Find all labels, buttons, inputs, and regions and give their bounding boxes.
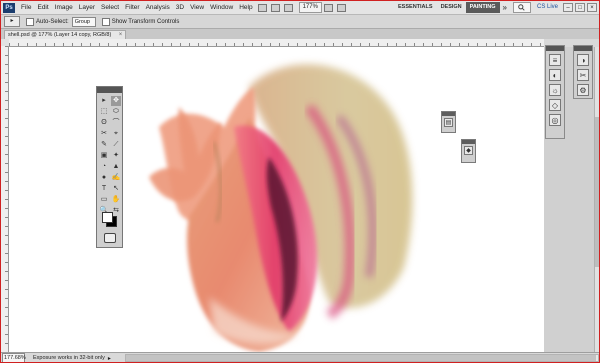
- screen-mode-icon[interactable]: [336, 3, 346, 12]
- document-tab-bar: shell.psd @ 177% (Layer 14 copy, RGB/8) …: [1, 29, 599, 40]
- more-workspaces-button[interactable]: »: [500, 2, 510, 13]
- menu-file[interactable]: File: [18, 1, 34, 14]
- vertical-scrollbar[interactable]: [594, 47, 599, 352]
- status-message: Exposure works in 32-bit only: [33, 355, 105, 361]
- menu-select[interactable]: Select: [98, 1, 122, 14]
- crop-tool-icon[interactable]: ⌒: [111, 118, 121, 128]
- floating-panel-swatch[interactable]: ◆: [461, 139, 476, 163]
- panel-group-1: ≡ ◐ ☼ ◇ ◎: [545, 45, 565, 139]
- document-tab-title: shell.psd @ 177% (Layer 14 copy, RGB/8): [8, 32, 112, 38]
- hand-tool-icon[interactable]: [323, 3, 333, 12]
- show-transform-checkbox[interactable]: [101, 17, 110, 26]
- clone-stamp-tool-icon[interactable]: ▣: [99, 151, 109, 161]
- options-bar: ▸ Auto-Select: Group Show Transform Cont…: [1, 15, 599, 29]
- menu-help[interactable]: Help: [236, 1, 255, 14]
- zoom-level-select[interactable]: 177%: [298, 2, 322, 13]
- shape-tool-icon[interactable]: ▭: [99, 195, 109, 205]
- type-tool-icon[interactable]: T: [99, 184, 109, 194]
- floating-panel-titlebar[interactable]: [442, 112, 455, 116]
- eyedropper-tool-icon[interactable]: ⌖: [111, 129, 121, 139]
- auto-select-dropdown[interactable]: Group: [71, 16, 96, 27]
- menu-3d[interactable]: 3D: [173, 1, 187, 14]
- auto-select-checkbox[interactable]: [26, 17, 34, 26]
- panel-group-2-titlebar[interactable]: [574, 46, 592, 51]
- extras-icon[interactable]: [283, 3, 293, 12]
- menu-edit[interactable]: Edit: [34, 1, 51, 14]
- shell-painting: [149, 64, 413, 352]
- workspace-design[interactable]: DESIGN: [437, 2, 466, 13]
- healing-brush-tool-icon[interactable]: ✎: [99, 140, 109, 150]
- floating-panel-navigator[interactable]: ▤: [441, 111, 456, 133]
- brush-tool-icon[interactable]: ⟋: [111, 140, 121, 150]
- search-icon[interactable]: [512, 2, 531, 13]
- blur-tool-icon[interactable]: ●: [99, 173, 109, 183]
- swatch-icon[interactable]: ◆: [464, 146, 473, 155]
- history-brush-tool-icon[interactable]: ✦: [111, 151, 121, 161]
- quick-mask-icon[interactable]: [104, 233, 116, 243]
- marquee-tool-icon[interactable]: ⬚: [99, 107, 109, 117]
- slice-tool-icon[interactable]: ✂: [99, 129, 109, 139]
- floating-panel-titlebar[interactable]: [462, 140, 475, 144]
- menu-filter[interactable]: Filter: [122, 1, 142, 14]
- status-menu-arrow-icon[interactable]: ▸: [108, 355, 111, 362]
- color-icon[interactable]: ◑: [577, 54, 589, 66]
- navigator-icon[interactable]: ▤: [444, 118, 453, 127]
- tool-grid: ▸ ✥ ⬚ ⬭ ʘ ⌒ ✂ ⌖ ✎ ⟋ ▣ ✦ ◔ ▲ ● ✍ T ↖ ▭ ✋ …: [97, 93, 122, 216]
- minibridge-icon[interactable]: [270, 3, 280, 12]
- lasso-tool-icon[interactable]: ⬭: [111, 107, 121, 117]
- maximize-button[interactable]: □: [575, 3, 585, 12]
- panel-group-1-titlebar[interactable]: [546, 46, 564, 51]
- menu-bar: Ps File Edit Image Layer Select Filter A…: [1, 1, 599, 15]
- photoshop-logo: Ps: [3, 2, 15, 13]
- show-transform-label: Show Transform Controls: [111, 18, 180, 25]
- tool-presets-icon[interactable]: ⚙: [577, 84, 589, 96]
- menu-image[interactable]: Image: [52, 1, 76, 14]
- layers-icon[interactable]: ≡: [549, 54, 561, 66]
- vertical-scroll-thumb[interactable]: [595, 117, 599, 267]
- workspace-switcher: ESSENTIALS DESIGN PAINTING » CS Live – □…: [394, 2, 597, 13]
- photoshop-window: Ps File Edit Image Layer Select Filter A…: [0, 0, 600, 363]
- dodge-tool-icon[interactable]: ✍: [111, 173, 121, 183]
- close-button[interactable]: ×: [587, 3, 597, 12]
- quick-select-tool-icon[interactable]: ʘ: [99, 118, 109, 128]
- auto-select-label: Auto-Select:: [36, 18, 69, 25]
- gradient-tool-icon[interactable]: ▲: [111, 162, 121, 172]
- menu-analysis[interactable]: Analysis: [143, 1, 173, 14]
- horizontal-scrollbar[interactable]: [124, 354, 599, 362]
- brush-presets-icon[interactable]: ✂: [577, 69, 589, 81]
- menu-window[interactable]: Window: [207, 1, 236, 14]
- workspace-painting[interactable]: PAINTING: [465, 2, 500, 13]
- vertical-ruler[interactable]: [1, 46, 9, 352]
- menu-layer[interactable]: Layer: [76, 1, 98, 14]
- foreground-color-swatch[interactable]: [102, 212, 113, 223]
- status-bar: 177.68% Exposure works in 32-bit only ▸: [1, 352, 599, 362]
- horizontal-scroll-thumb[interactable]: [125, 355, 596, 361]
- paths-icon[interactable]: ◇: [549, 99, 561, 111]
- menu-view[interactable]: View: [187, 1, 207, 14]
- adjustments-icon[interactable]: ◐: [549, 69, 561, 81]
- horizontal-ruler[interactable]: [9, 39, 544, 47]
- tools-panel: ▸ ✥ ⬚ ⬭ ʘ ⌒ ✂ ⌖ ✎ ⟋ ▣ ✦ ◔ ▲ ● ✍ T ↖ ▭ ✋ …: [96, 86, 123, 248]
- channels-icon[interactable]: ◎: [549, 114, 561, 126]
- move-tool-active-icon[interactable]: ✥: [111, 96, 121, 106]
- zoom-field[interactable]: 177.68%: [2, 353, 26, 362]
- tool-preset-picker[interactable]: ▸: [4, 16, 20, 27]
- panel-group-2: ◑ ✂ ⚙: [573, 45, 593, 99]
- brightness-icon[interactable]: ☼: [549, 84, 561, 96]
- eraser-tool-icon[interactable]: ◔: [99, 162, 109, 172]
- document-canvas[interactable]: [9, 47, 544, 352]
- hand-tool-icon[interactable]: ✋: [111, 195, 121, 205]
- cs-live-button[interactable]: CS Live: [534, 2, 561, 13]
- bridge-icon[interactable]: [257, 3, 267, 12]
- path-selection-tool-icon[interactable]: ↖: [111, 184, 121, 194]
- workspace-essentials[interactable]: ESSENTIALS: [394, 2, 437, 13]
- minimize-button[interactable]: –: [563, 3, 573, 12]
- move-tool-icon[interactable]: ▸: [99, 96, 109, 106]
